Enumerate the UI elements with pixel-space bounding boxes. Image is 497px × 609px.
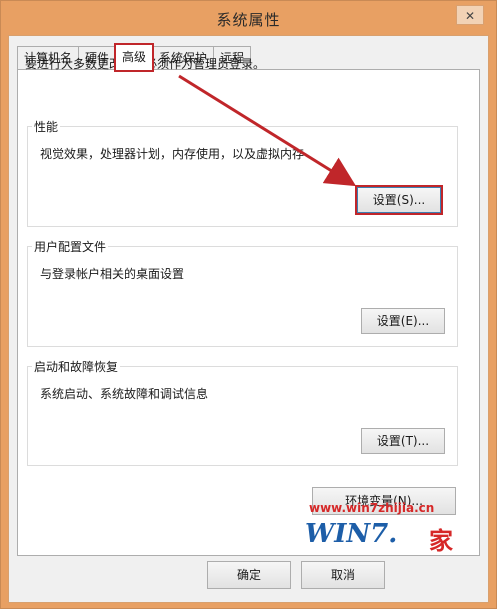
watermark-suffix: 家 <box>429 527 453 555</box>
close-button[interactable]: ✕ <box>456 5 484 25</box>
title-bar[interactable]: 系统属性 ✕ <box>1 1 496 35</box>
cancel-button[interactable]: 取消 <box>301 561 385 589</box>
system-properties-window: 系统属性 ✕ 计算机名 硬件 高级 系统保护 远程 要进行大多数更改，你必须作为… <box>0 0 497 609</box>
startup-recovery-settings-button[interactable]: 设置(T)... <box>361 428 445 454</box>
user-profiles-title: 用户配置文件 <box>32 238 109 255</box>
watermark-logo: WIN7. <box>305 519 398 549</box>
performance-group: 性能 视觉效果，处理器计划，内存使用，以及虚拟内存 设置(S)... <box>27 118 458 227</box>
user-profiles-desc: 与登录帐户相关的桌面设置 <box>40 267 185 281</box>
tab-advanced[interactable]: 高级 <box>114 43 155 72</box>
user-profiles-settings-button[interactable]: 设置(E)... <box>361 308 445 334</box>
window-title: 系统属性 <box>216 11 281 29</box>
performance-title: 性能 <box>32 118 61 135</box>
ok-button[interactable]: 确定 <box>207 561 291 589</box>
performance-settings-button[interactable]: 设置(S)... <box>357 187 441 213</box>
watermark-url: www.win7zhijia.cn <box>309 501 435 515</box>
startup-recovery-group: 启动和故障恢复 系统启动、系统故障和调试信息 设置(T)... <box>27 358 458 466</box>
startup-recovery-title: 启动和故障恢复 <box>32 358 121 375</box>
startup-recovery-desc: 系统启动、系统故障和调试信息 <box>40 387 209 401</box>
user-profiles-group: 用户配置文件 与登录帐户相关的桌面设置 设置(E)... <box>27 238 458 347</box>
performance-desc: 视觉效果，处理器计划，内存使用，以及虚拟内存 <box>40 147 305 161</box>
site-watermark: www.win7zhijia.cn WIN7. 家 <box>301 499 481 559</box>
